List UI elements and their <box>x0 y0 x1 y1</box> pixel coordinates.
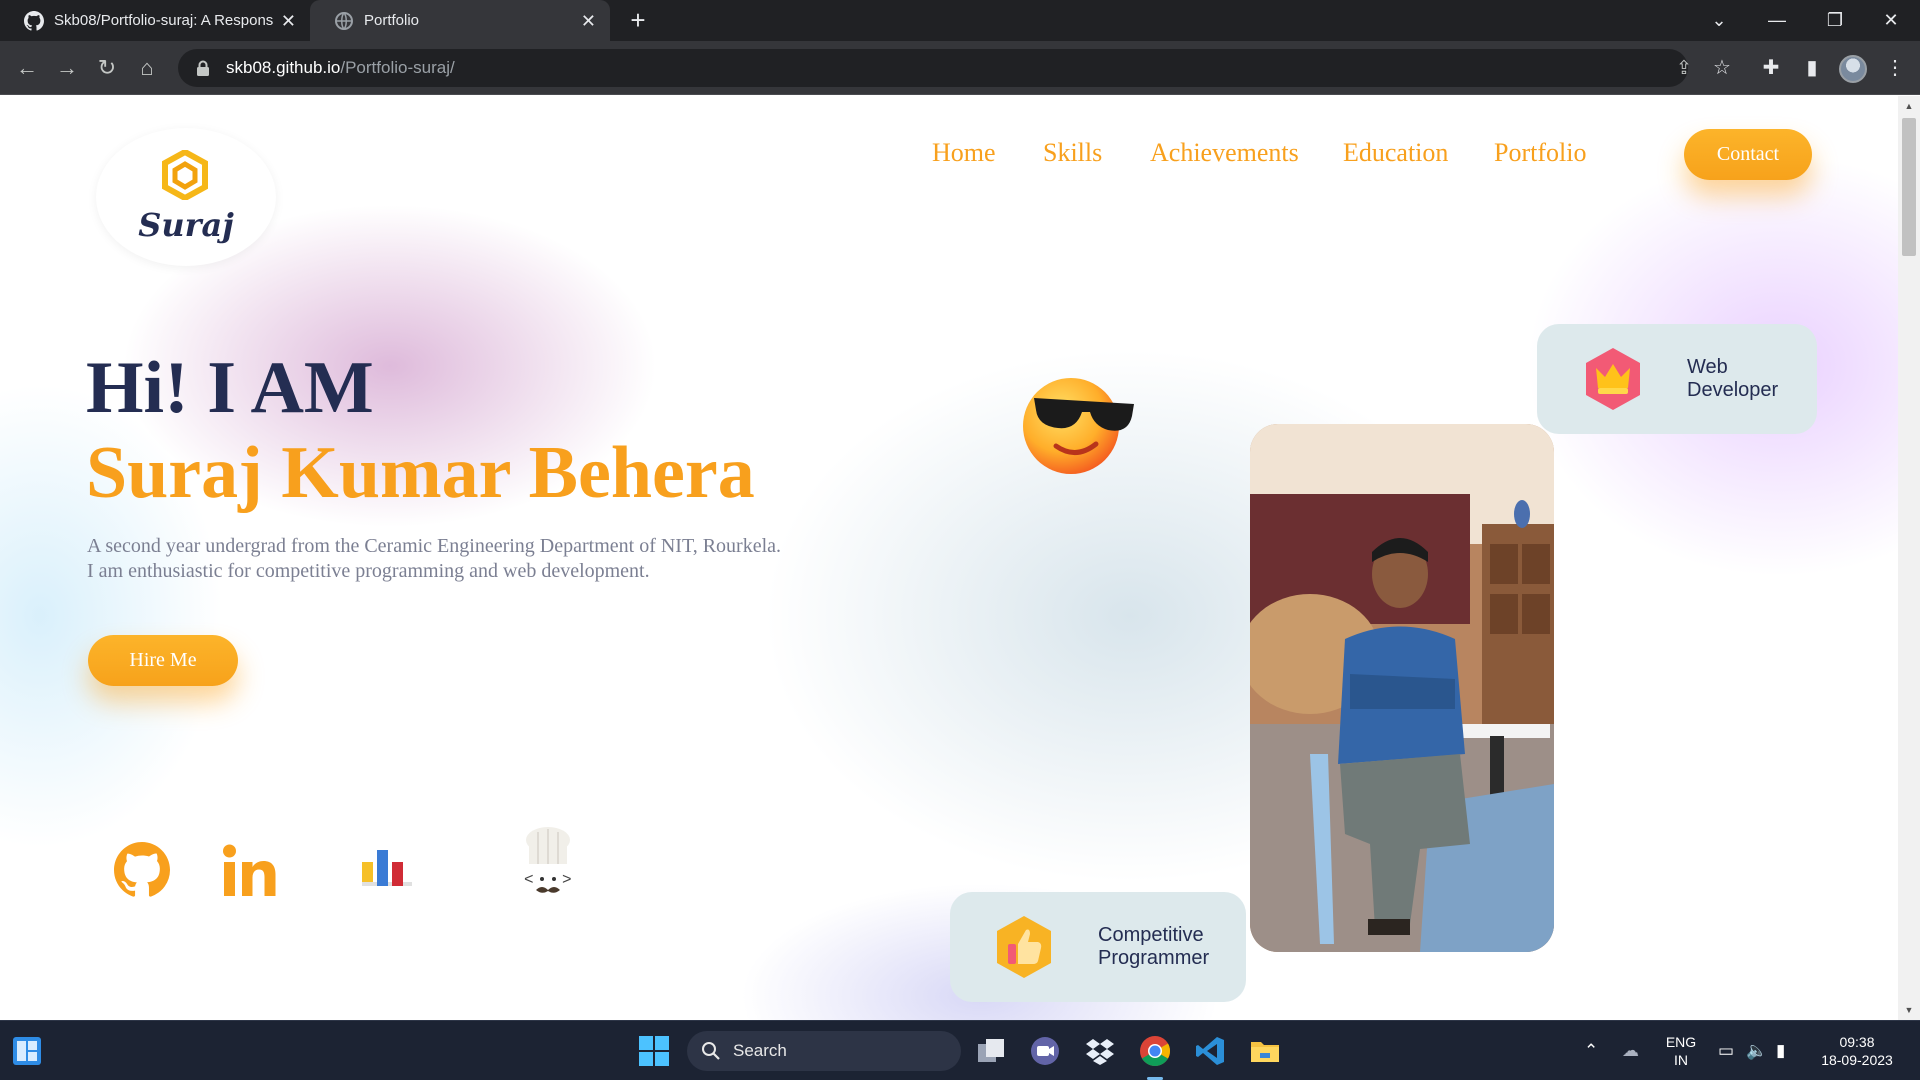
share-icon[interactable]: ⇪ <box>1672 57 1696 81</box>
logo-text: Suraj <box>138 206 234 244</box>
hire-me-button[interactable]: Hire Me <box>88 635 238 686</box>
hero-name: Suraj Kumar Behera <box>86 432 755 514</box>
chrome-icon[interactable] <box>1139 1035 1171 1067</box>
tab-search-icon[interactable]: ⌄ <box>1690 0 1748 41</box>
menu-icon[interactable]: ⋮ <box>1880 53 1910 83</box>
card-title-line: Web <box>1687 356 1728 378</box>
svg-text:>: > <box>562 871 572 889</box>
onedrive-icon[interactable]: ☁ <box>1622 1041 1639 1061</box>
site-logo[interactable]: Suraj <box>96 128 276 266</box>
show-hidden-icons-icon[interactable]: ⌃ <box>1584 1041 1598 1061</box>
search-label: Search <box>733 1041 787 1060</box>
taskbar-search[interactable]: Search <box>687 1031 961 1071</box>
tab-title: Skb08/Portfolio-suraj: A Responsive <box>54 12 273 29</box>
chef-icon[interactable]: < > <box>518 826 578 902</box>
vscode-icon[interactable] <box>1194 1035 1226 1067</box>
profile-photo <box>1250 424 1554 952</box>
lock-icon <box>197 60 209 76</box>
forward-icon[interactable]: → <box>52 53 82 83</box>
hero-greeting: Hi! I AM <box>86 347 374 429</box>
svg-text:<: < <box>524 871 534 889</box>
nav-portfolio[interactable]: Portfolio <box>1494 138 1586 168</box>
github-icon <box>24 10 44 31</box>
competitive-programmer-card: Competitive Programmer <box>950 892 1246 1002</box>
github-icon[interactable] <box>114 842 170 898</box>
url-path: /Portfolio-suraj/ <box>340 58 455 77</box>
language-indicator[interactable]: ENG IN <box>1660 1033 1702 1069</box>
close-window-button[interactable]: ✕ <box>1862 0 1920 41</box>
web-developer-card: Web Developer <box>1537 324 1817 434</box>
browser-toolbar: ← → ↻ ⌂ skb08.github.io /Portfolio-suraj… <box>0 41 1920 95</box>
globe-icon <box>335 11 353 30</box>
hero-description-line: A second year undergrad from the Ceramic… <box>87 535 782 557</box>
teams-chat-icon[interactable] <box>1029 1035 1061 1067</box>
battery-icon[interactable]: ▮ <box>1776 1041 1785 1061</box>
date-text: 18-09-2023 <box>1821 1052 1893 1068</box>
minimize-button[interactable]: — <box>1748 0 1806 41</box>
profile-avatar[interactable] <box>1839 55 1867 83</box>
tab-github[interactable]: Skb08/Portfolio-suraj: A Responsive ✕ <box>0 0 310 41</box>
language-line: ENG <box>1665 1034 1697 1050</box>
tab-title: Portfolio <box>364 12 420 29</box>
close-tab-icon[interactable]: ✕ <box>581 12 596 30</box>
search-icon <box>702 1042 720 1060</box>
clock[interactable]: 09:38 18-09-2023 <box>1812 1033 1902 1069</box>
linkedin-icon[interactable] <box>222 844 278 898</box>
close-tab-icon[interactable]: ✕ <box>281 12 296 30</box>
sunglasses-emoji-icon <box>1023 378 1134 474</box>
file-explorer-icon[interactable] <box>1249 1035 1281 1067</box>
nav-education[interactable]: Education <box>1343 138 1448 168</box>
language-line: IN <box>1674 1052 1688 1068</box>
nav-home[interactable]: Home <box>932 138 996 168</box>
nav-skills[interactable]: Skills <box>1043 138 1102 168</box>
hero-description-line: I am enthusiastic for competitive progra… <box>87 560 650 582</box>
side-panel-icon[interactable]: ▮ <box>1797 53 1827 83</box>
bookmark-star-icon[interactable]: ☆ <box>1707 53 1737 83</box>
widgets-icon[interactable] <box>12 1036 42 1066</box>
restore-button[interactable]: ❐ <box>1806 0 1864 41</box>
extensions-icon[interactable]: ✚ <box>1756 53 1786 83</box>
logo-mark-icon <box>162 150 208 200</box>
scroll-up-icon[interactable]: ▲ <box>1902 100 1916 112</box>
contact-button[interactable]: Contact <box>1684 129 1812 180</box>
task-view-icon[interactable] <box>975 1035 1007 1067</box>
start-icon[interactable] <box>638 1035 670 1067</box>
home-icon[interactable]: ⌂ <box>132 53 162 83</box>
crown-badge-icon <box>1586 348 1640 410</box>
scrollbar-thumb[interactable] <box>1902 118 1916 256</box>
network-icon[interactable]: ▭ <box>1718 1041 1734 1061</box>
page-content: Suraj Home Skills Achievements Education… <box>0 96 1898 1020</box>
thumbs-up-badge-icon <box>997 916 1051 978</box>
back-icon[interactable]: ← <box>12 53 42 83</box>
tab-portfolio[interactable]: Portfolio ✕ <box>310 0 610 41</box>
reload-icon[interactable]: ↻ <box>92 53 122 83</box>
card-title-line: Developer <box>1687 379 1779 401</box>
card-title-line: Competitive <box>1098 924 1204 946</box>
address-bar[interactable]: skb08.github.io /Portfolio-suraj/ ⇪ <box>178 49 1692 87</box>
url-host: skb08.github.io <box>226 58 341 77</box>
volume-icon[interactable]: 🔈 <box>1746 1041 1767 1061</box>
time-text: 09:38 <box>1839 1034 1875 1050</box>
new-tab-button[interactable]: + <box>624 6 652 34</box>
nav-achievements[interactable]: Achievements <box>1150 138 1299 168</box>
bar-chart-icon[interactable] <box>362 848 412 886</box>
taskbar: Search ⌃ ☁ ENG IN ▭ 🔈 ▮ 09:38 18-09-2023 <box>0 1020 1920 1080</box>
dropbox-icon[interactable] <box>1084 1035 1116 1067</box>
hero-description: A second year undergrad from the Ceramic… <box>87 534 781 584</box>
scroll-down-icon[interactable]: ▼ <box>1902 1004 1916 1016</box>
browser-tab-bar: Skb08/Portfolio-suraj: A Responsive ✕ Po… <box>0 0 1920 41</box>
card-title-line: Programmer <box>1098 947 1210 969</box>
